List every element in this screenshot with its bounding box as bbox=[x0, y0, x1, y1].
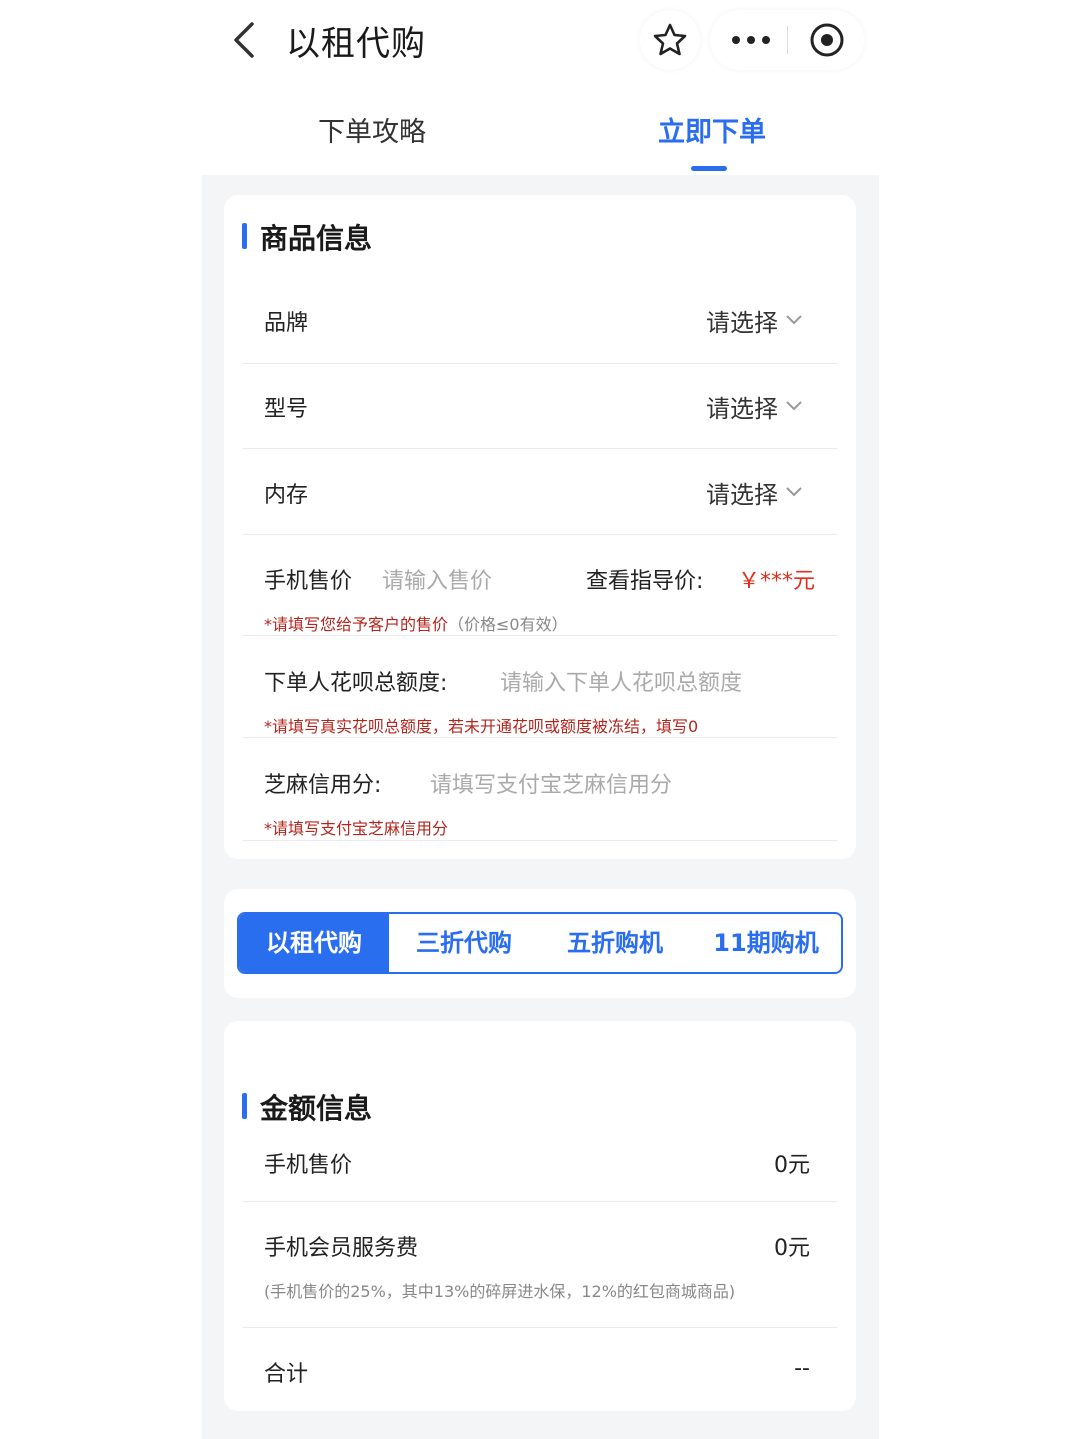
back-arrow-icon[interactable] bbox=[226, 18, 266, 62]
memory-select[interactable]: 请选择 bbox=[706, 475, 778, 510]
total-label: 合计 bbox=[264, 1362, 309, 1387]
product-info-title: 商品信息 bbox=[242, 217, 372, 257]
tab-order-now[interactable]: 立即下单 bbox=[658, 110, 766, 149]
amount-price-value: 0元 bbox=[774, 1153, 810, 1178]
close-target-icon[interactable] bbox=[802, 22, 852, 58]
brand-select[interactable]: 请选择 bbox=[706, 303, 778, 338]
nav-bar: 以租代购 bbox=[0, 0, 1080, 80]
divider bbox=[242, 448, 838, 449]
divider bbox=[242, 363, 838, 364]
chevron-down-icon bbox=[786, 401, 802, 411]
model-select[interactable]: 请选择 bbox=[706, 389, 778, 424]
product-info-card: 商品信息 品牌 请选择 型号 请选择 内存 请选择 手机售价 请输入售价 查看指… bbox=[224, 195, 856, 859]
memory-label: 内存 bbox=[264, 483, 309, 508]
amount-info-card: 金额信息 手机售价 0元 手机会员服务费 0元 (手机售价的25%，其中13%的… bbox=[224, 1021, 856, 1411]
service-fee-value: 0元 bbox=[774, 1236, 810, 1261]
brand-label: 品牌 bbox=[264, 311, 309, 336]
sesame-input[interactable]: 请填写支付宝芝麻信用分 bbox=[430, 767, 672, 799]
amount-info-title: 金额信息 bbox=[242, 1087, 372, 1127]
total-value: -- bbox=[794, 1356, 810, 1381]
guide-price-value: ￥***元 bbox=[738, 569, 816, 594]
more-dots-icon[interactable] bbox=[726, 22, 776, 58]
price-hint: *请填写您给予客户的售价（价格≤0有效） bbox=[264, 611, 568, 635]
chevron-down-icon bbox=[786, 487, 802, 497]
model-label: 型号 bbox=[264, 397, 309, 422]
star-icon[interactable] bbox=[640, 10, 700, 70]
sesame-label: 芝麻信用分: bbox=[264, 773, 382, 798]
service-fee-note: (手机售价的25%，其中13%的碎屏进水保，12%的红包商城商品) bbox=[264, 1282, 736, 1301]
divider bbox=[242, 1327, 838, 1328]
plan-tab-rent-to-own[interactable]: 以租代购 bbox=[239, 914, 389, 972]
tab-order-guide[interactable]: 下单攻略 bbox=[318, 110, 426, 149]
price-input[interactable]: 请输入售价 bbox=[382, 563, 492, 595]
chevron-down-icon bbox=[786, 315, 802, 325]
guide-price-label[interactable]: 查看指导价: bbox=[586, 563, 703, 595]
capsule-divider bbox=[787, 26, 788, 54]
price-hint-note: （价格≤0有效） bbox=[448, 615, 568, 634]
plan-tab-50-percent[interactable]: 五折购机 bbox=[539, 914, 691, 972]
mini-program-capsule bbox=[710, 10, 864, 70]
huabei-hint: *请填写真实花呗总额度，若未开通花呗或额度被冻结，填写0 bbox=[264, 717, 699, 736]
plan-tab-30-percent[interactable]: 三折代购 bbox=[389, 914, 539, 972]
plan-segmented-control: 以租代购 三折代购 五折购机 11期购机 bbox=[237, 912, 843, 974]
price-label: 手机售价 bbox=[264, 569, 353, 594]
amount-price-label: 手机售价 bbox=[264, 1153, 353, 1178]
divider bbox=[242, 635, 838, 636]
tab-active-indicator bbox=[691, 166, 727, 171]
huabei-label: 下单人花呗总额度: bbox=[264, 671, 448, 696]
divider bbox=[242, 840, 838, 841]
divider bbox=[242, 1201, 838, 1202]
page-title: 以租代购 bbox=[286, 24, 426, 64]
sesame-hint: *请填写支付宝芝麻信用分 bbox=[264, 819, 449, 838]
price-hint-text: *请填写您给予客户的售价 bbox=[264, 615, 449, 634]
plan-selector-card: 以租代购 三折代购 五折购机 11期购机 bbox=[224, 889, 856, 998]
huabei-input[interactable]: 请输入下单人花呗总额度 bbox=[500, 665, 742, 697]
service-fee-label: 手机会员服务费 bbox=[264, 1236, 419, 1261]
divider bbox=[242, 737, 838, 738]
divider bbox=[242, 534, 838, 535]
plan-tab-11-installments[interactable]: 11期购机 bbox=[691, 914, 841, 972]
